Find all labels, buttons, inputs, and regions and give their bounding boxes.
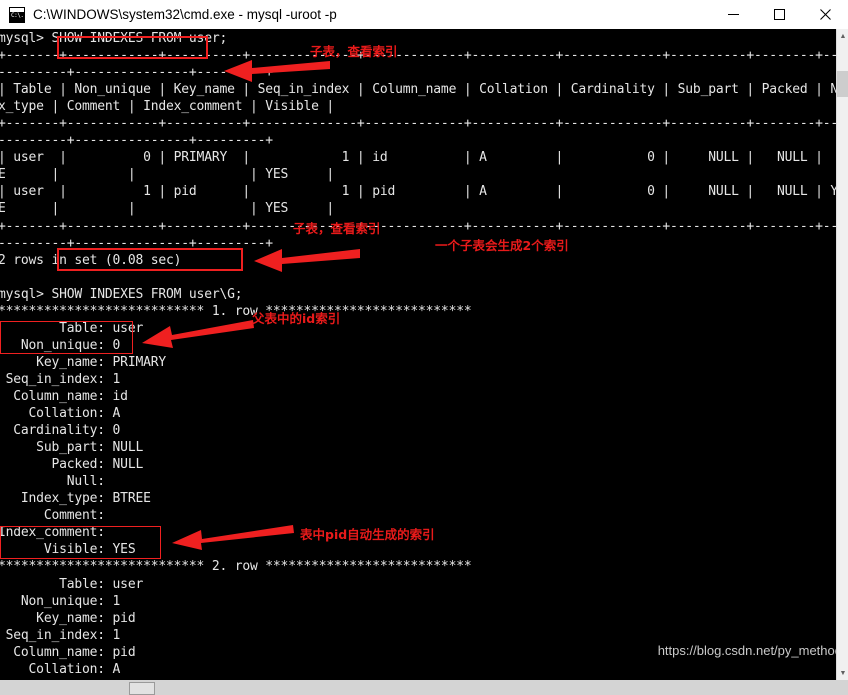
terminal-line: Sub_part: NULL [0,440,144,456]
terminal-line: +-------+------------+----------+-------… [0,218,848,234]
terminal-line: ---------+---------------+---------+ [0,235,273,251]
annotation-child-table-view-index-1: 子表，查看索引 [310,44,398,59]
maximize-icon [773,9,785,20]
terminal-line: Index_type: BTREE [0,491,151,507]
terminal-line: Seq_in_index: 1 [0,371,121,387]
terminal-line: 2 rows in set (0.08 sec) [0,252,182,268]
minimize-button[interactable] [710,0,756,29]
arrow-icon-parent-id-index [142,320,254,348]
annotation-two-indexes: 一个子表会生成2个索引 [435,238,569,253]
terminal-line: Non_unique: 1 [0,593,121,609]
terminal-console[interactable]: mysql> SHOW INDEXES FROM user; +-------+-… [0,29,848,680]
terminal-line: +-------+------------+----------+-------… [0,48,848,64]
terminal-line: mysql> SHOW INDEXES FROM user; [0,31,228,46]
terminal-line: | user | 1 | pid | 1 | pid | A | 0 | NUL… [0,184,848,200]
minimize-icon [727,14,739,15]
terminal-line: Column_name: id [0,388,128,404]
terminal-line: ---------+---------------+---------+ [0,65,273,81]
maximize-button[interactable] [756,0,802,29]
terminal-line: | Table | Non_unique | Key_name | Seq_in… [0,82,848,98]
terminal-line: Non_unique: 0 [0,337,121,353]
terminal-line: Key_name: pid [0,610,136,626]
terminal-line: Key_name: PRIMARY [0,354,167,370]
terminal-line: Table: user [0,576,144,592]
close-button[interactable] [802,0,848,29]
cmd-console-icon: C:\. [9,6,25,23]
terminal-line: E | | | YES | [0,201,335,217]
terminal-line: Collation: A [0,661,121,677]
terminal-line: Packed: NULL [0,457,144,473]
arrow-icon-pid-auto-index [172,525,294,550]
terminal-line: Seq_in_index: 1 [0,627,121,643]
window-title: C:\WINDOWS\system32\cmd.exe - mysql -uro… [33,7,337,22]
terminal-line: x_type | Comment | Index_comment | Visib… [0,99,335,115]
taskbar [0,680,848,695]
scrollbar-up-arrow-icon[interactable]: ▲ [837,29,848,43]
terminal-line: +-------+------------+----------+-------… [0,116,848,132]
terminal-line: Comment: [0,508,105,524]
terminal-line: | user | 0 | PRIMARY | 1 | id | A | 0 | … [0,150,823,166]
terminal-line: Collation: A [0,406,121,422]
annotation-parent-id-index: 父表中的id索引 [252,311,341,326]
terminal-output: mysql> SHOW INDEXES FROM user; +-------+-… [0,30,848,680]
scrollbar-down-arrow-icon[interactable]: ▼ [837,666,848,680]
terminal-line: ---------+---------------+---------+ [0,133,273,149]
arrow-icon-child-table-2 [254,249,360,272]
terminal-line: Visible: YES [0,542,136,558]
screenshot-root: C:\. C:\WINDOWS\system32\cmd.exe - mysql… [0,0,848,695]
terminal-line: mysql> SHOW INDEXES FROM user\G; [0,286,243,302]
close-icon [819,9,831,20]
vertical-scrollbar[interactable]: ▲ ▼ [836,29,848,680]
watermark-url: https://blog.csdn.net/py_method [657,643,842,658]
terminal-line: *************************** 1. row *****… [0,303,472,319]
terminal-line: Cardinality: 0 [0,423,121,439]
taskbar-window-button[interactable] [129,682,155,695]
cmd-console-icon-text: C:\. [11,11,24,19]
annotation-pid-auto-index: 表中pid自动生成的索引 [300,527,435,542]
terminal-line: E | | | YES | [0,167,335,183]
terminal-line: Null: [0,474,105,490]
annotation-child-table-view-index-2: 子表，查看索引 [293,221,381,236]
scrollbar-thumb[interactable] [837,71,848,97]
terminal-line: *************************** 2. row *****… [0,559,472,575]
window-titlebar: C:\. C:\WINDOWS\system32\cmd.exe - mysql… [0,0,848,29]
terminal-line: Table: user [0,320,144,336]
